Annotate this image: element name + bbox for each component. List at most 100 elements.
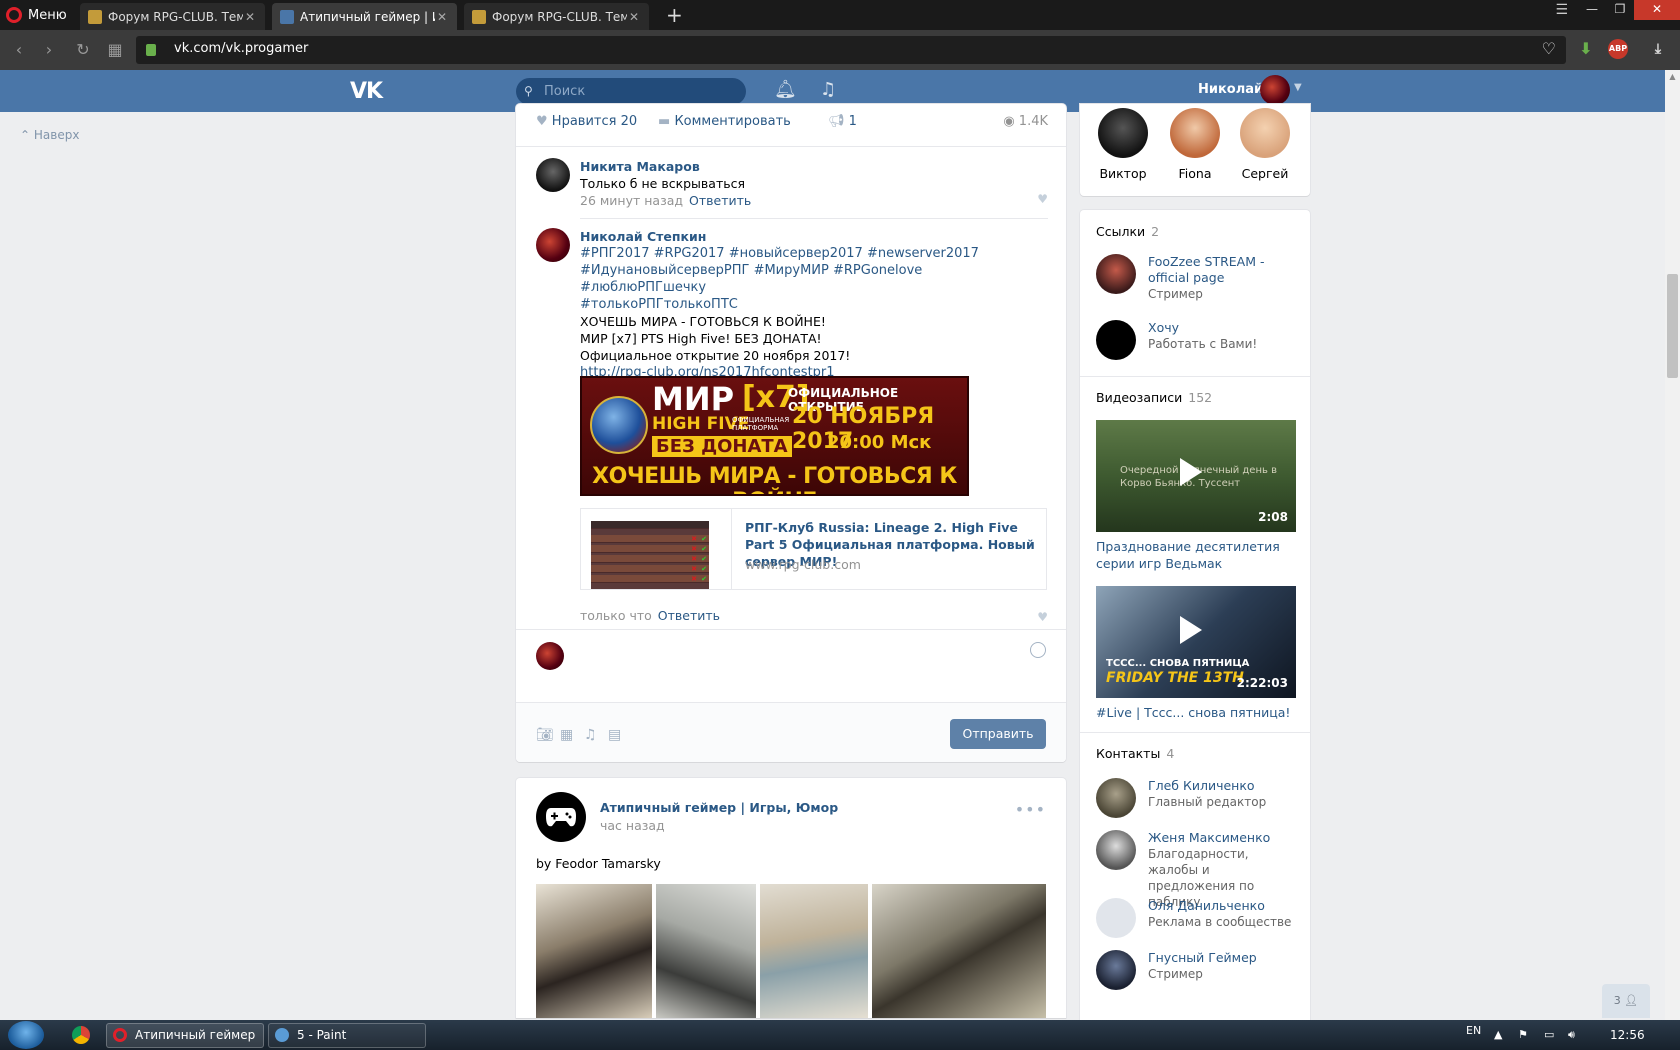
- close-icon[interactable]: ✕: [243, 10, 257, 24]
- link-name: Хочу: [1148, 320, 1179, 335]
- contacts-count: 4: [1166, 746, 1175, 761]
- paint-icon: [275, 1028, 289, 1042]
- contact-name: Глеб Киличенко: [1148, 778, 1255, 793]
- tab-vk[interactable]: Атипичный геймер | Игры ✕: [272, 3, 457, 30]
- globe-eagle-icon: [590, 396, 648, 454]
- video-icon[interactable]: ▦: [560, 727, 573, 743]
- search-input[interactable]: ⚲ Поиск: [516, 78, 746, 105]
- minimize-icon[interactable]: —: [1578, 0, 1606, 20]
- comment-time: только что: [580, 608, 652, 623]
- emoji-icon[interactable]: [1030, 642, 1046, 658]
- video-title[interactable]: #Live | Тссс... снова пятница!: [1096, 704, 1296, 721]
- tab-forum-1[interactable]: Форум RPG-CLUB. Тема: R ✕: [80, 3, 265, 30]
- comment-button[interactable]: ▬ Комментировать: [658, 114, 791, 129]
- post-time[interactable]: час назад: [600, 818, 665, 833]
- avatar[interactable]: [536, 792, 586, 842]
- new-tab-icon[interactable]: +: [666, 3, 683, 27]
- friend-item[interactable]: Fiona: [1160, 108, 1230, 181]
- opera-menu-button[interactable]: Меню: [6, 4, 67, 26]
- flag-icon[interactable]: ⚑: [1518, 1028, 1528, 1041]
- music-icon[interactable]: ♫: [820, 79, 836, 100]
- video-thumbnail[interactable]: ТССС... СНОВА ПЯТНИЦА FRIDAY THE 13TH 2:…: [1096, 586, 1296, 698]
- contact-item[interactable]: Женя Максименко Благодарности, жалобы и п…: [1096, 830, 1296, 909]
- chat-button[interactable]: 3 👤︎: [1602, 984, 1650, 1018]
- hashtags-line[interactable]: #ИдунановыйсерверРПГ #МируМИР #RPGonelov…: [580, 262, 1048, 296]
- comment-author[interactable]: Николай Степкин: [580, 228, 1048, 245]
- video-title[interactable]: Празднование десятилетия серии игр Ведьм…: [1096, 538, 1296, 572]
- post-photo[interactable]: [536, 884, 652, 1018]
- video-overlay-text: Очередной солнечный день в Корво Бьянко.…: [1120, 465, 1277, 489]
- window-close-icon[interactable]: ✕: [1634, 0, 1680, 20]
- like-button[interactable]: ♥ Нравится 20: [536, 114, 637, 129]
- avatar[interactable]: [1260, 75, 1290, 105]
- reply-input[interactable]: [516, 630, 1066, 698]
- back-to-top-link[interactable]: ⌃ Наверх: [20, 128, 79, 142]
- reload-icon[interactable]: ↻: [72, 39, 94, 61]
- adblock-icon[interactable]: ABP: [1608, 39, 1628, 59]
- taskbar-item-opera[interactable]: Атипичный геймер ...: [106, 1023, 264, 1048]
- clock[interactable]: 12:56: [1610, 1028, 1645, 1042]
- avatar[interactable]: [536, 158, 570, 192]
- chevron-down-icon[interactable]: ▼: [1294, 82, 1302, 93]
- url-field[interactable]: vk.com/vk.progamer ♡: [136, 36, 1566, 64]
- reply-link[interactable]: Ответить: [658, 608, 720, 623]
- scroll-thumb[interactable]: [1667, 274, 1678, 378]
- close-icon[interactable]: ✕: [627, 10, 641, 24]
- comment-like-icon[interactable]: ♥: [1037, 192, 1048, 206]
- links-header[interactable]: Ссылки 2: [1096, 224, 1159, 239]
- download-arrow-icon[interactable]: ⬇: [1576, 39, 1596, 59]
- vk-logo-icon[interactable]: VK: [350, 79, 383, 104]
- start-button-icon[interactable]: [8, 1021, 44, 1049]
- friend-item[interactable]: Виктор: [1088, 108, 1158, 181]
- header-user-name[interactable]: Николай: [1198, 82, 1263, 97]
- friend-item[interactable]: Сергей: [1230, 108, 1300, 181]
- comment-author[interactable]: Никита Макаров: [580, 158, 1048, 175]
- post-photo[interactable]: [760, 884, 868, 1018]
- music-icon[interactable]: ♫: [584, 727, 597, 743]
- contact-item[interactable]: Гнусный Геймер Стример: [1096, 950, 1296, 990]
- bell-icon[interactable]: 🔔︎: [774, 79, 797, 100]
- hashtags-line[interactable]: #РПГ2017 #RPG2017 #новыйсервер2017 #news…: [580, 245, 1048, 262]
- tab-menu-icon[interactable]: ☰: [1555, 2, 1568, 18]
- hashtags-line[interactable]: #толькоРПГтолькоПТС: [580, 296, 1048, 313]
- forward-icon[interactable]: ›: [38, 39, 60, 61]
- avatar: [1240, 108, 1290, 158]
- post-author[interactable]: Атипичный геймер | Игры, Юмор: [600, 800, 838, 815]
- post-photo[interactable]: [656, 884, 756, 1018]
- page-scrollbar[interactable]: ▲: [1665, 70, 1680, 1020]
- volume-icon[interactable]: 🔊︎: [1568, 1028, 1575, 1042]
- maximize-icon[interactable]: ❐: [1606, 0, 1634, 20]
- document-icon[interactable]: ▤: [608, 727, 621, 743]
- chrome-icon[interactable]: [72, 1026, 90, 1044]
- link-item[interactable]: Хочу Работать с Вами!: [1096, 320, 1296, 364]
- link-preview-card[interactable]: ✖ ✔ ✖ ✔ ✖ ✔ ✖ ✔ ✖ ✔ РПГ-Клуб Russia: Lineage …: [580, 508, 1047, 590]
- contacts-header[interactable]: Контакты 4: [1096, 746, 1174, 761]
- post-photo[interactable]: [872, 884, 1046, 1018]
- scroll-up-icon[interactable]: ▲: [1667, 72, 1678, 82]
- send-button[interactable]: Отправить: [950, 719, 1046, 749]
- server-banner-image[interactable]: МИР [x7] HIGH FIVE ОФИЦИАЛЬНАЯ ПЛАТФОРМА…: [580, 376, 969, 496]
- network-icon[interactable]: ▭: [1544, 1028, 1554, 1041]
- views-value: 1.4K: [1018, 114, 1048, 129]
- back-icon[interactable]: ‹: [8, 39, 30, 61]
- share-button[interactable]: 📢︎ 1: [828, 114, 857, 129]
- tab-forum-2[interactable]: Форум RPG-CLUB. Тема: R ✕: [464, 3, 649, 30]
- camera-icon[interactable]: 📷︎: [536, 727, 554, 743]
- videos-header[interactable]: Видеозаписи 152: [1096, 390, 1212, 405]
- link-item[interactable]: FooZzee STREAM - official page Стример: [1096, 254, 1296, 306]
- avatar[interactable]: [536, 228, 570, 262]
- taskbar-item-paint[interactable]: 5 - Paint: [268, 1023, 426, 1048]
- contact-item[interactable]: Глеб Киличенко Главный редактор: [1096, 778, 1296, 818]
- video-thumbnail[interactable]: Очередной солнечный день в Корво Бьянко.…: [1096, 420, 1296, 532]
- contact-item[interactable]: Оля Данильченко Реклама в сообществе: [1096, 898, 1296, 938]
- reply-link[interactable]: Ответить: [689, 193, 751, 208]
- taskbar-label: Атипичный геймер ...: [135, 1028, 256, 1042]
- speed-dial-icon[interactable]: ▦: [104, 39, 126, 61]
- close-icon[interactable]: ✕: [435, 10, 449, 24]
- comment-like-icon[interactable]: ♥: [1037, 610, 1048, 624]
- tray-expand-icon[interactable]: ▲: [1494, 1028, 1502, 1041]
- language-indicator[interactable]: EN: [1466, 1024, 1481, 1037]
- downloads-icon[interactable]: ⤓: [1648, 39, 1668, 59]
- bookmark-heart-icon[interactable]: ♡: [1542, 39, 1556, 58]
- more-icon[interactable]: •••: [1015, 800, 1046, 819]
